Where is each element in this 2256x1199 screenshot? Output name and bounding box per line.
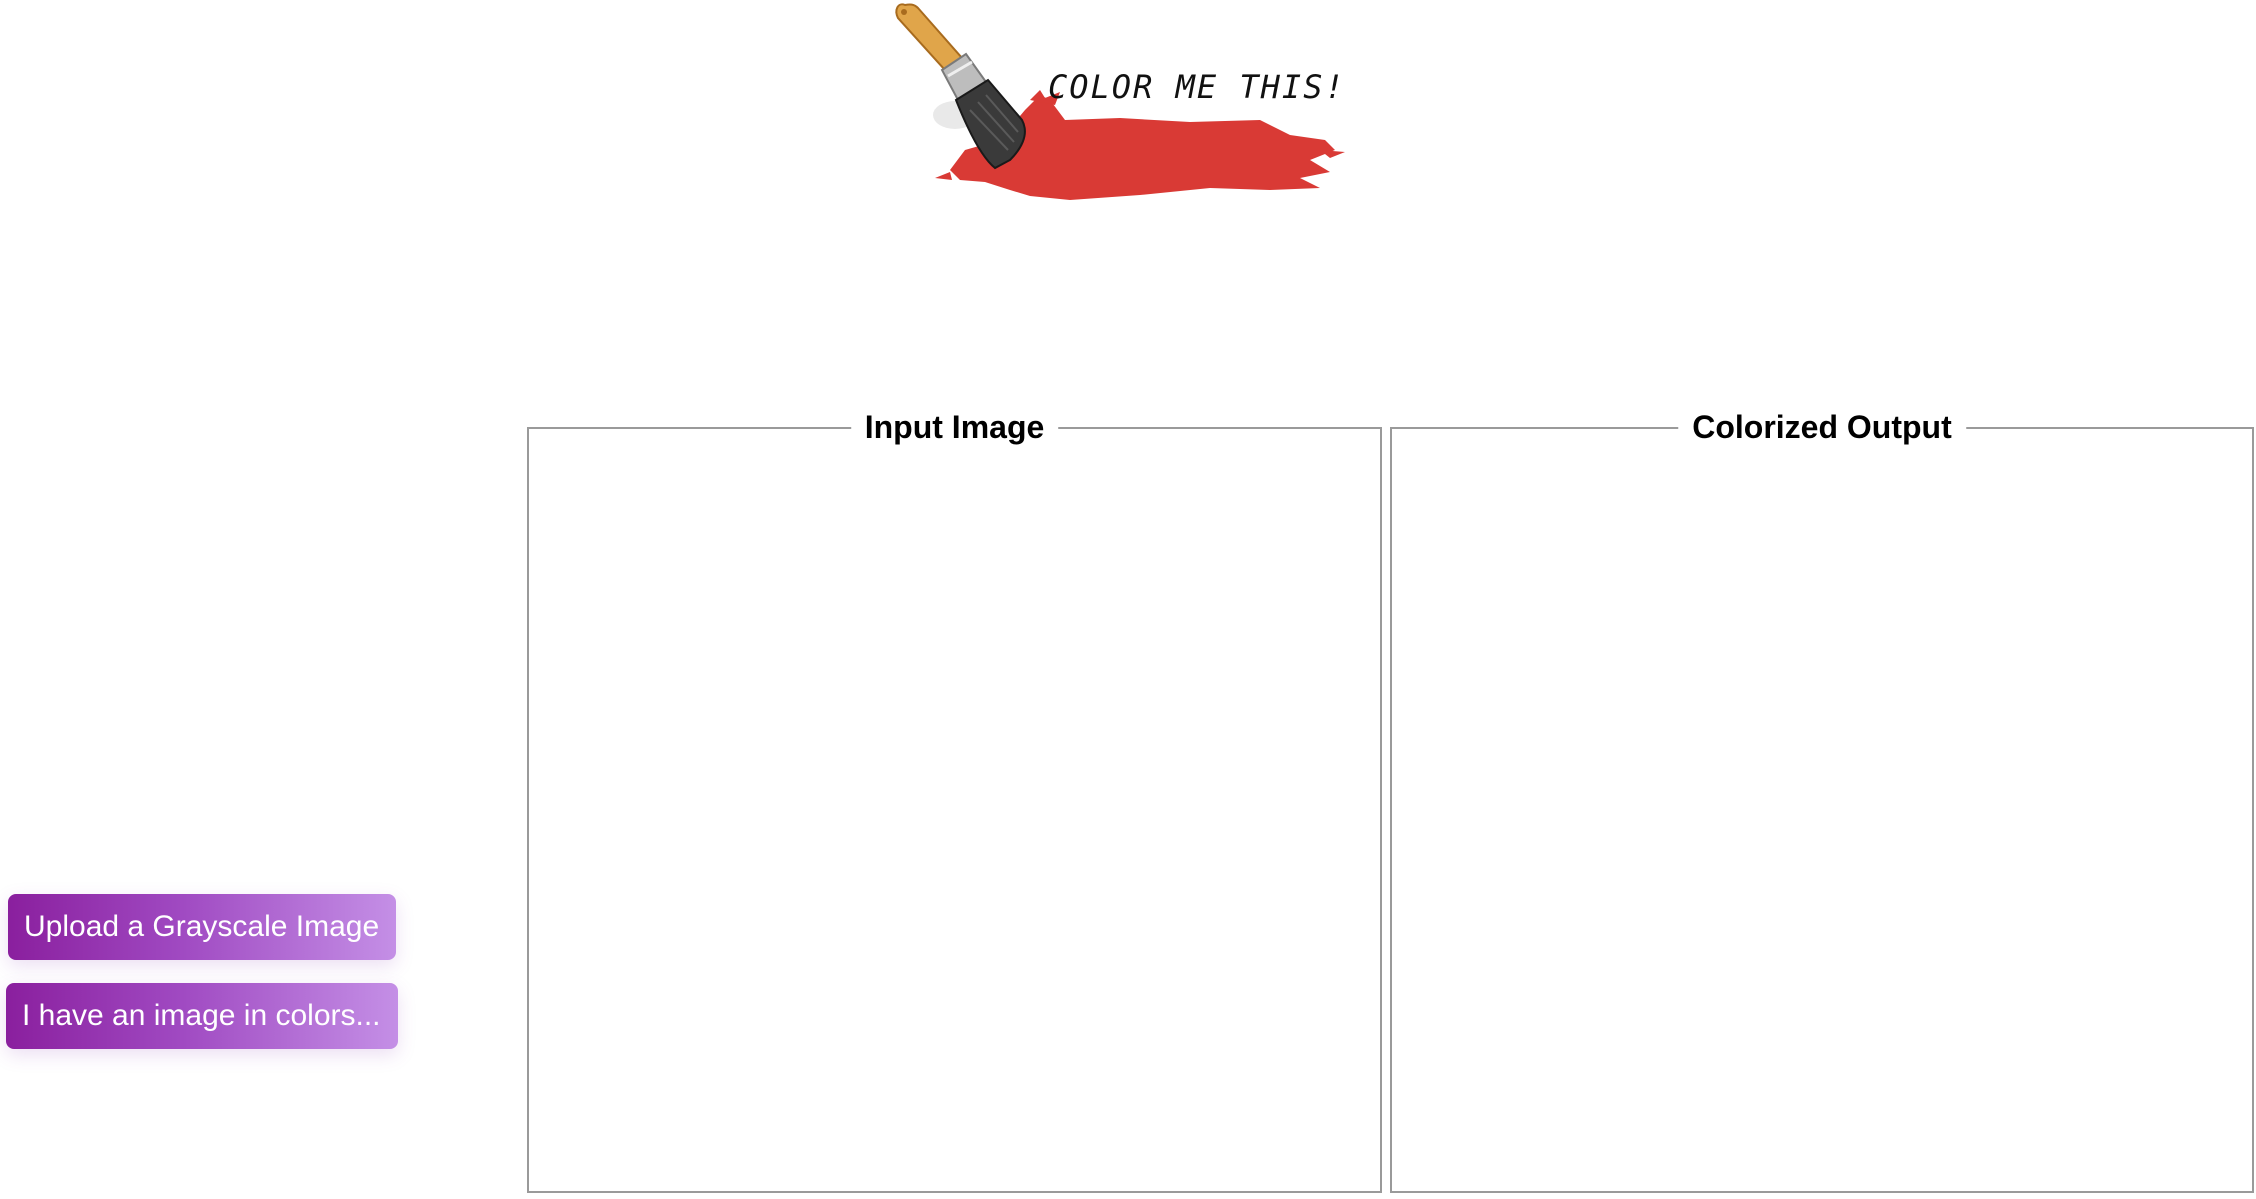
input-image-panel: Input Image xyxy=(527,407,1382,1193)
app-logo: COLOR ME THIS! xyxy=(890,0,1350,210)
colorized-output-panel: Colorized Output xyxy=(1390,407,2254,1193)
input-image-title: Input Image xyxy=(850,407,1059,447)
logo-text: COLOR ME THIS! xyxy=(1048,68,1346,106)
colorized-output-title: Colorized Output xyxy=(1678,407,1966,447)
upload-grayscale-button[interactable]: Upload a Grayscale Image xyxy=(8,894,396,960)
image-in-colors-button[interactable]: I have an image in colors... xyxy=(6,983,398,1049)
